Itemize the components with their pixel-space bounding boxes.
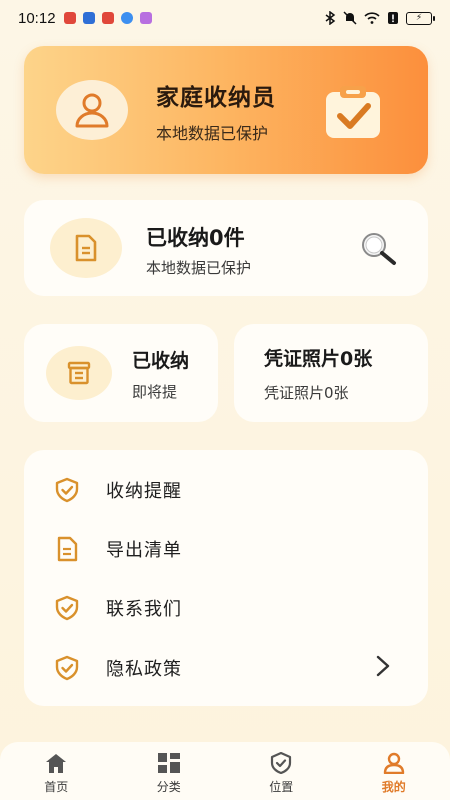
photos-subtitle: 凭证照片0张 xyxy=(264,384,349,402)
avatar[interactable] xyxy=(56,80,128,140)
checklist-icon xyxy=(326,86,380,138)
nav-label: 分类 xyxy=(156,780,181,794)
app-notification-icon xyxy=(63,12,76,24)
bluetooth-icon xyxy=(325,11,336,25)
battery-icon: ⚡ xyxy=(406,11,435,25)
stored-items-card[interactable]: 已收纳 即将提 xyxy=(24,324,218,422)
photos-card[interactable]: 凭证照片0张 凭证照片0张 xyxy=(234,324,428,422)
menu-item-label: 收纳提醒 xyxy=(106,481,182,502)
box-icon xyxy=(67,361,91,385)
person-icon xyxy=(383,752,404,774)
menu-item-storage-reminder[interactable]: 收纳提醒 xyxy=(24,464,428,514)
menu-item-label: 导出清单 xyxy=(106,540,182,561)
nav-label: 位置 xyxy=(269,780,294,794)
menu-item-contact-us[interactable]: 联系我们 xyxy=(24,582,428,632)
box-icon-badge xyxy=(46,346,112,400)
stored-count-subtitle: 本地数据已保护 xyxy=(146,259,252,277)
menu-item-label: 联系我们 xyxy=(106,599,182,620)
person-icon xyxy=(75,93,109,128)
nav-item-home[interactable]: 首页 xyxy=(0,742,113,800)
app-notification-icon xyxy=(120,12,133,24)
status-bar: 10:12 ⚡ xyxy=(0,0,450,36)
nav-item-mine[interactable]: 我的 xyxy=(338,742,450,800)
stored-items-title: 已收纳 xyxy=(132,350,190,372)
chevron-right-icon xyxy=(376,655,390,677)
profile-header-card: 家庭收纳员 本地数据已保护 xyxy=(24,46,428,174)
menu-item-label: 隐私政策 xyxy=(106,659,182,680)
document-icon xyxy=(75,234,97,262)
document-icon xyxy=(57,536,78,562)
nav-label: 首页 xyxy=(44,780,69,794)
stored-count-card[interactable]: 已收纳0件 本地数据已保护 xyxy=(24,200,428,296)
settings-menu: 收纳提醒 导出清单 联系我们 隐私政策 xyxy=(24,450,428,706)
photos-title: 凭证照片0张 xyxy=(264,348,373,370)
shield-check-icon xyxy=(55,655,79,681)
status-icons: ⚡ xyxy=(324,11,435,25)
stored-count-title: 已收纳0件 xyxy=(146,226,245,250)
nav-label: 我的 xyxy=(381,780,406,794)
menu-item-export-list[interactable]: 导出清单 xyxy=(24,523,428,573)
home-icon xyxy=(46,754,67,773)
location-shield-icon xyxy=(271,752,292,774)
app-notification-icon xyxy=(82,12,95,24)
app-notification-icon xyxy=(101,12,114,24)
shield-check-icon xyxy=(55,595,79,621)
bottom-navigation: 首页 分类 位置 我的 xyxy=(0,742,450,800)
grid-icon xyxy=(157,753,180,773)
app-title: 家庭收纳员 xyxy=(156,85,276,111)
wifi-icon xyxy=(364,12,380,24)
search-icon[interactable] xyxy=(360,232,398,266)
header-subtitle: 本地数据已保护 xyxy=(156,124,269,143)
sim-alert-icon xyxy=(388,12,398,24)
nav-item-location[interactable]: 位置 xyxy=(225,742,338,800)
nav-item-category[interactable]: 分类 xyxy=(113,742,226,800)
document-icon-badge xyxy=(50,218,122,278)
shield-check-icon xyxy=(55,477,79,503)
stored-items-subtitle: 即将提 xyxy=(132,383,178,401)
status-time: 10:12 xyxy=(18,9,56,27)
menu-item-privacy-policy[interactable]: 隐私政策 xyxy=(24,642,428,692)
app-notification-icon xyxy=(139,12,152,24)
mute-bell-icon xyxy=(343,11,357,25)
